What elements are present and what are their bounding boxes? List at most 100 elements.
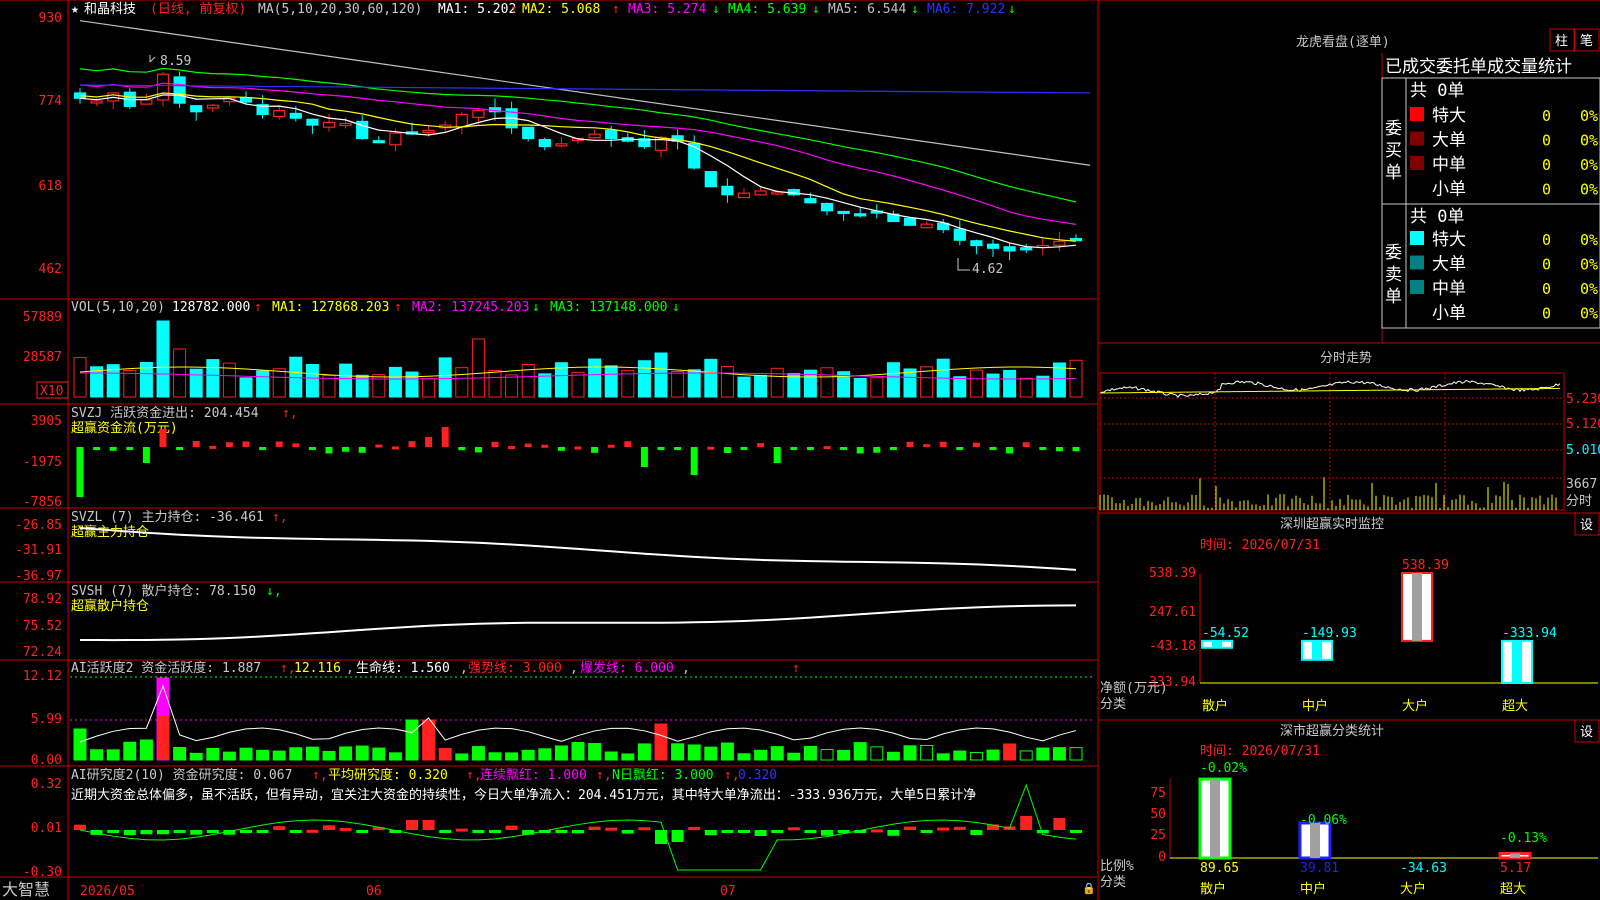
research-bar bbox=[273, 826, 286, 830]
candle-body bbox=[970, 240, 983, 247]
sz-category-label: 散户 bbox=[1202, 698, 1228, 714]
lock-icon[interactable]: 🔒 bbox=[1082, 882, 1096, 895]
svzj-bar bbox=[624, 441, 632, 447]
svzl-title: SVZL (7) 主力持仓: -36.461 bbox=[71, 510, 264, 525]
date-axis-1: 06 bbox=[366, 884, 382, 899]
svzj-bar bbox=[209, 445, 217, 449]
svzj-bar bbox=[574, 446, 582, 450]
volume-bar bbox=[505, 374, 519, 398]
activity-bar bbox=[969, 752, 983, 761]
date-axis-0: 2026/05 bbox=[80, 884, 135, 899]
candle-body bbox=[837, 210, 850, 215]
ai-res-v2: 平均研究度: 0.320 bbox=[328, 767, 448, 783]
volume-bar bbox=[438, 357, 452, 398]
sz-bar-stripe bbox=[1312, 640, 1322, 660]
activity-bar bbox=[73, 728, 87, 761]
volume-panel[interactable]: VOL(5,10,20) 128782.000 ↑ MA1: 127868.20… bbox=[23, 300, 1083, 399]
sell-row-swatch bbox=[1410, 231, 1424, 245]
research-bar bbox=[555, 830, 568, 833]
volume-bar bbox=[687, 369, 701, 398]
tick-mode-label: 笔 bbox=[1580, 33, 1593, 49]
svzj-bar bbox=[259, 447, 267, 450]
svzj-bar bbox=[856, 447, 864, 454]
sz-bar-group bbox=[1401, 572, 1433, 642]
research-bar bbox=[1070, 830, 1082, 833]
vol-ma1: MA1: 127868.203 bbox=[272, 300, 389, 315]
ai-research-panel[interactable]: AI研究度2(10) 资金研究度: 0.067 ↑, 平均研究度: 0.320 … bbox=[23, 767, 1082, 880]
ai-activity-panel[interactable]: AI活跃度2 资金活跃度: 1.887 ↑, 12.116 , 生命线: 1.5… bbox=[23, 660, 1095, 768]
sell-row-count: 0 bbox=[1542, 231, 1551, 249]
svzj-bars bbox=[76, 427, 1080, 497]
activity-bar bbox=[787, 752, 801, 761]
svzj-bar bbox=[972, 442, 980, 447]
price-axis-2: 618 bbox=[39, 179, 62, 194]
activity-bar bbox=[521, 749, 535, 761]
svzj-bar bbox=[1006, 447, 1014, 454]
research-bar bbox=[256, 830, 269, 833]
sz-bar-label: 538.39 bbox=[1402, 558, 1449, 573]
research-bar bbox=[107, 830, 120, 833]
candle-body bbox=[903, 217, 917, 226]
ai-act-v3: 生命线: 1.560 bbox=[356, 660, 450, 676]
sell-label-char: 委 bbox=[1385, 243, 1402, 263]
candle-body bbox=[455, 113, 468, 128]
svzj-bar bbox=[740, 447, 748, 450]
sz-net-chart: 538.39 247.61 -43.18 -333.94 -54.52 散户 -149.93… bbox=[1141, 558, 1598, 714]
candle-body bbox=[472, 110, 485, 118]
svzj-bar bbox=[225, 442, 233, 447]
lhkp-title: 龙虎看盘(逐单) bbox=[1296, 34, 1390, 50]
svzj-bar bbox=[292, 443, 300, 447]
svzj-bar bbox=[126, 447, 134, 450]
activity-bar bbox=[106, 749, 120, 761]
svzj-bar bbox=[109, 447, 117, 451]
research-bar bbox=[74, 824, 86, 830]
sz-bar-group bbox=[1201, 639, 1233, 649]
price-panel[interactable]: ★ 和晶科技 (日线, 前复权) MA(5,10,20,30,60,120) M… bbox=[39, 1, 1091, 277]
cls-axis-tick: 75 bbox=[1150, 786, 1166, 801]
ai-res-axis-1: 0.01 bbox=[31, 821, 62, 836]
candle-body bbox=[322, 121, 336, 128]
svsh-axis-1: 75.52 bbox=[23, 619, 62, 634]
order-stats-title: 已成交委托单成交量统计 bbox=[1385, 57, 1572, 77]
research-bar bbox=[472, 830, 485, 833]
activity-bar bbox=[853, 742, 867, 761]
buy-label-char: 委 bbox=[1385, 119, 1402, 139]
activity-bar bbox=[604, 751, 618, 761]
price-axis-3: 462 bbox=[39, 262, 62, 277]
sell-label-char: 单 bbox=[1385, 287, 1402, 307]
buy-row-count: 0 bbox=[1542, 132, 1551, 150]
candle-body bbox=[522, 126, 535, 140]
activity-bar bbox=[322, 750, 336, 761]
ma6-line bbox=[79, 84, 1091, 94]
ma3-dir: ↓ bbox=[712, 2, 720, 17]
svzj-bar bbox=[923, 444, 931, 448]
ai-act-v5-sep: , bbox=[682, 661, 690, 676]
sell-row-name: 小单 bbox=[1432, 304, 1466, 324]
activity-bar bbox=[637, 743, 651, 761]
buy-row-count: 0 bbox=[1542, 181, 1551, 199]
svzj-bar bbox=[275, 441, 283, 447]
activity-bar bbox=[903, 745, 917, 761]
svzl-panel[interactable]: SVZL (7) 主力持仓: -36.461 ↑, 超赢主力持仓 -26.85 … bbox=[15, 510, 1077, 584]
timeshare-chart[interactable] bbox=[1099, 372, 1565, 511]
candle-body bbox=[605, 129, 618, 140]
research-bar bbox=[721, 830, 734, 833]
svzj-bar bbox=[840, 447, 848, 450]
svzj-bar bbox=[591, 447, 599, 453]
ai-act-v4-sep: , bbox=[570, 661, 578, 676]
svzl-axis-0: -26.85 bbox=[15, 518, 62, 533]
volume-bar bbox=[953, 376, 967, 398]
volume-bar bbox=[538, 373, 552, 398]
research-bar bbox=[422, 820, 435, 830]
volume-bar bbox=[422, 378, 436, 398]
svzj-panel[interactable]: SVZJ 活跃资金进出: 204.454 ↑, 超赢资金流(万元) 3905 -… bbox=[23, 405, 1080, 510]
activity-bar bbox=[505, 752, 519, 761]
candle-body bbox=[1003, 246, 1016, 252]
buy-row-swatch bbox=[1410, 131, 1424, 146]
svzj-bar bbox=[1055, 447, 1063, 452]
ma6-label: MA6: 7.922 bbox=[927, 2, 1005, 17]
candle-body bbox=[206, 104, 219, 109]
research-bar bbox=[1020, 816, 1033, 830]
volume-bar bbox=[853, 377, 867, 398]
svsh-panel[interactable]: SVSH (7) 散户持仓: 78.150 ↓, 超赢散户持仓 78.92 75… bbox=[23, 583, 1077, 660]
